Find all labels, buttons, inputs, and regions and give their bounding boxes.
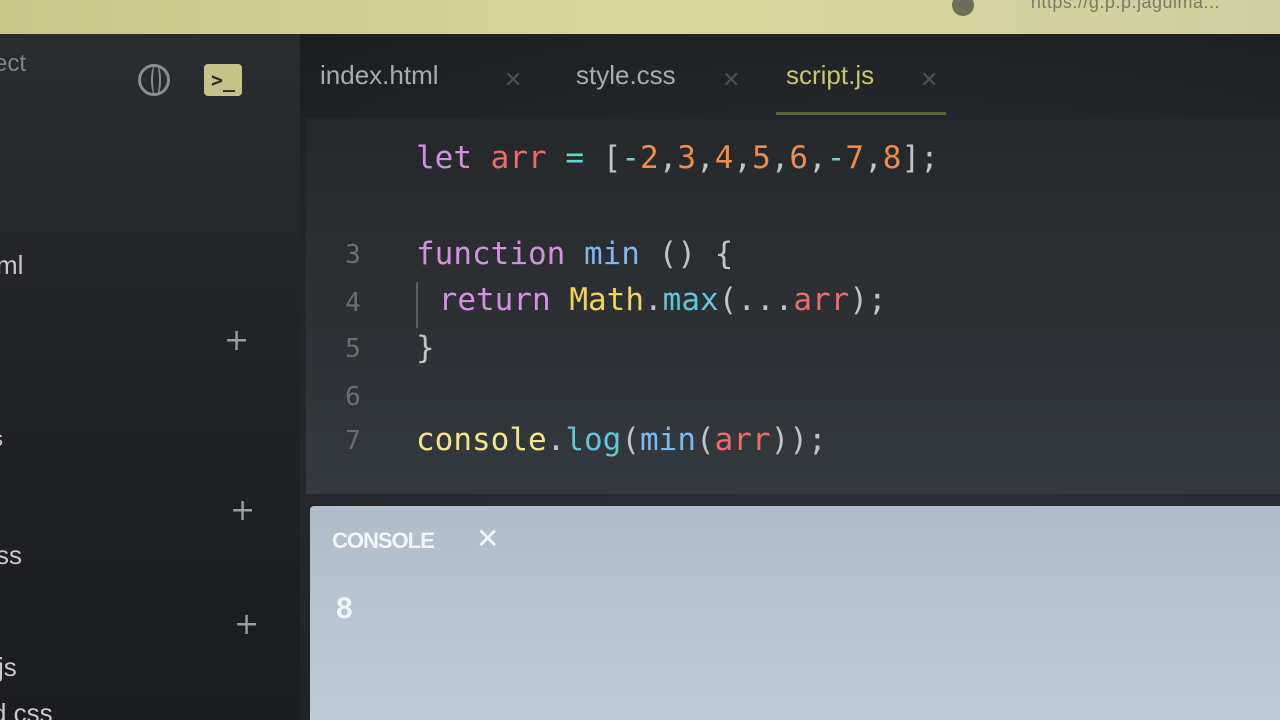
tab-style-css[interactable]: style.css <box>576 60 676 104</box>
line-number: 6 <box>345 382 361 412</box>
line-number: 7 <box>345 426 361 456</box>
browser-bar: https://g.p.p.jaguima... <box>0 0 1280 34</box>
sidebar-file-js[interactable]: js <box>0 652 17 683</box>
line-number: 3 <box>345 240 361 270</box>
sidebar-file-s[interactable]: s <box>0 426 3 452</box>
code-line-5[interactable]: } <box>416 330 435 366</box>
close-icon[interactable]: ✕ <box>476 522 499 555</box>
sidebar-file-html[interactable]: ml <box>0 250 23 281</box>
project-label[interactable]: ect <box>0 50 26 78</box>
close-icon[interactable]: ✕ <box>722 68 740 93</box>
line-number: 5 <box>345 334 361 364</box>
browser-url[interactable]: https://g.p.p.jaguima... <box>1031 0 1220 13</box>
sidebar-file-css[interactable]: ss <box>0 540 22 571</box>
screen: https://g.p.p.jaguima... ect >_ ml s ss … <box>0 0 1280 720</box>
close-icon[interactable]: ✕ <box>920 68 938 93</box>
console-output: 8 <box>336 592 353 625</box>
line-number: 4 <box>345 288 361 318</box>
close-icon[interactable]: ✕ <box>504 68 522 93</box>
code-line-7[interactable]: console.log(min(arr)); <box>416 422 827 458</box>
tab-index-html[interactable]: index.html <box>320 60 439 104</box>
add-file-icon[interactable]: + <box>224 326 249 356</box>
add-file-icon[interactable]: + <box>230 496 255 526</box>
sidebar-file-dcss[interactable]: d css <box>0 698 53 720</box>
terminal-icon[interactable]: >_ <box>204 64 242 96</box>
tab-script-js[interactable]: script.js <box>786 60 874 104</box>
add-file-icon[interactable]: + <box>234 610 259 640</box>
console-panel <box>310 506 1280 720</box>
code-line-3[interactable]: function min () { <box>416 236 733 272</box>
code-line-4[interactable]: return Math.max(...arr); <box>420 282 887 318</box>
code-line-1[interactable]: let arr = [-2,3,4,5,6,-7,8]; <box>416 140 939 176</box>
active-tab-indicator <box>776 112 946 115</box>
browser-favicon-icon <box>952 0 974 16</box>
indent-guide <box>416 282 418 328</box>
console-title: CONSOLE <box>332 528 435 553</box>
globe-icon[interactable] <box>138 64 170 96</box>
